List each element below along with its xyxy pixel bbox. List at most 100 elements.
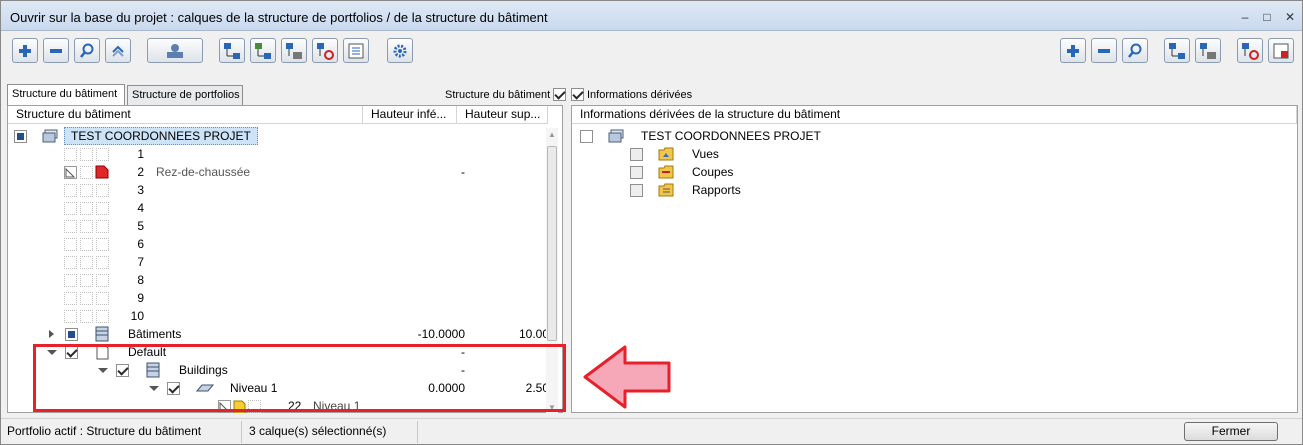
tree-layers-button[interactable]: [281, 38, 307, 63]
minimize-button[interactable]: –: [1237, 10, 1253, 24]
derived-item-row[interactable]: Vues: [572, 145, 1297, 163]
column-header-derived[interactable]: Informations dérivées de la structure du…: [572, 106, 1297, 124]
close-button[interactable]: Fermer: [1184, 422, 1278, 441]
layer-flag-box[interactable]: [96, 148, 109, 161]
layer-flag-box[interactable]: [64, 292, 77, 305]
tree-add-button[interactable]: [219, 38, 245, 63]
annotation-arrow-icon: [583, 345, 671, 409]
structure-filter-checkbox[interactable]: [553, 88, 567, 101]
red-layer-icon: [95, 165, 109, 179]
tab-building-structure[interactable]: Structure du bâtiment: [7, 84, 125, 105]
tree-row-layer[interactable]: 9: [8, 289, 562, 307]
tree-row-layer[interactable]: 6: [8, 235, 562, 253]
derived-item-checkbox[interactable]: [630, 166, 643, 179]
layer-flag-box[interactable]: [64, 274, 77, 287]
right-search-button[interactable]: [1122, 38, 1148, 63]
root-checkbox[interactable]: [14, 130, 27, 143]
tree-root-row[interactable]: TEST COORDONNEES PROJET: [8, 127, 562, 145]
derived-filter-label: Informations dérivées: [587, 88, 693, 101]
scroll-up-icon[interactable]: ▲: [548, 130, 556, 139]
tree-add-icon: [1169, 42, 1185, 59]
layer-flag-box[interactable]: [80, 220, 93, 233]
search-button[interactable]: [74, 38, 100, 63]
layer-flag-box[interactable]: [96, 220, 109, 233]
tree-row-layer[interactable]: 8: [8, 271, 562, 289]
layer-flag-box[interactable]: [64, 220, 77, 233]
right-tree-delete-button[interactable]: [1237, 38, 1263, 63]
derived-info-tree: Informations dérivées de la structure du…: [571, 105, 1298, 413]
right-expand-button[interactable]: [1060, 38, 1086, 63]
tree-row-layer[interactable]: 10: [8, 307, 562, 325]
active-portfolio-status: Portfolio actif : Structure du bâtiment: [7, 424, 202, 438]
layer-flag-box[interactable]: [80, 310, 93, 323]
derived-filter-checkbox[interactable]: [571, 88, 584, 101]
layer-flag-box[interactable]: [96, 238, 109, 251]
settings-button[interactable]: [387, 38, 413, 63]
layer-flag-box[interactable]: [80, 292, 93, 305]
tree-row-layer[interactable]: 2 Rez-de-chaussée -: [8, 163, 562, 181]
batiments-checkbox[interactable]: [65, 328, 78, 341]
tree-row-layer[interactable]: 7: [8, 253, 562, 271]
layer-number: 8: [137, 273, 144, 287]
relink-button[interactable]: [105, 38, 131, 63]
layer-flag-box[interactable]: [64, 202, 77, 215]
tab-portfolio-structure[interactable]: Structure de portfolios: [127, 85, 243, 105]
visibility-icon[interactable]: [64, 166, 77, 179]
layer-flag-box[interactable]: [64, 256, 77, 269]
layer-flag-box[interactable]: [96, 256, 109, 269]
project-icon: [42, 129, 58, 143]
layer-flag-box[interactable]: [96, 310, 109, 323]
tree-row-batiments[interactable]: Bâtiments -10.0000 10.00: [8, 325, 562, 343]
column-header-lower-height[interactable]: Hauteur infé...: [363, 106, 457, 124]
layer-flag-box[interactable]: [96, 202, 109, 215]
layer-flag-box[interactable]: [96, 184, 109, 197]
layer-flag-box[interactable]: [96, 292, 109, 305]
derived-root-checkbox[interactable]: [580, 130, 593, 143]
column-header-upper-height[interactable]: Hauteur sup...: [457, 106, 548, 124]
right-tree-properties-button[interactable]: [1268, 38, 1294, 63]
layer-flag-box[interactable]: [80, 274, 93, 287]
derived-item-checkbox[interactable]: [630, 148, 643, 161]
layer-flag-box[interactable]: [80, 166, 93, 179]
tree-delete-button[interactable]: [312, 38, 338, 63]
tree-properties-button[interactable]: [343, 38, 369, 63]
selection-count-status: 3 calque(s) sélectionné(s): [249, 424, 387, 438]
tree-row-layer[interactable]: 1: [8, 145, 562, 163]
layer-flag-box[interactable]: [80, 238, 93, 251]
tree-row-layer[interactable]: 3: [8, 181, 562, 199]
dialog-window: Ouvrir sur la base du projet : calques d…: [0, 0, 1303, 445]
layer-flag-box[interactable]: [64, 184, 77, 197]
derived-item-checkbox[interactable]: [630, 184, 643, 197]
close-window-button[interactable]: ✕: [1282, 10, 1298, 24]
project-icon: [608, 129, 624, 143]
user-assign-button[interactable]: [147, 38, 203, 63]
layer-flag-box[interactable]: [64, 148, 77, 161]
tree-row-layer[interactable]: 4: [8, 199, 562, 217]
column-header-structure[interactable]: Structure du bâtiment: [8, 106, 363, 124]
batiments-lower-height: -10.0000: [417, 327, 465, 341]
expand-button[interactable]: [12, 38, 38, 63]
batiments-label: Bâtiments: [128, 327, 182, 341]
gear-icon: [393, 44, 407, 57]
annotation-highlight-box: [33, 344, 566, 412]
maximize-button[interactable]: □: [1259, 10, 1275, 24]
derived-item-row[interactable]: Rapports: [572, 181, 1297, 199]
layer-flag-box[interactable]: [80, 184, 93, 197]
right-collapse-button[interactable]: [1091, 38, 1117, 63]
plus-icon: [19, 44, 31, 57]
layer-flag-box[interactable]: [80, 256, 93, 269]
layer-flag-box[interactable]: [64, 238, 77, 251]
layer-flag-box[interactable]: [80, 148, 93, 161]
expand-arrow-icon[interactable]: [49, 330, 54, 338]
tree-add-alt-button[interactable]: [250, 38, 276, 63]
right-tree-layers-button[interactable]: [1195, 38, 1221, 63]
right-tree-add-button[interactable]: [1164, 38, 1190, 63]
layer-flag-box[interactable]: [96, 274, 109, 287]
derived-root-row[interactable]: TEST COORDONNEES PROJET: [572, 127, 1297, 145]
collapse-button[interactable]: [43, 38, 69, 63]
scroll-thumb[interactable]: [547, 146, 557, 341]
derived-item-row[interactable]: Coupes: [572, 163, 1297, 181]
layer-flag-box[interactable]: [80, 202, 93, 215]
layer-flag-box[interactable]: [64, 310, 77, 323]
tree-row-layer[interactable]: 5: [8, 217, 562, 235]
